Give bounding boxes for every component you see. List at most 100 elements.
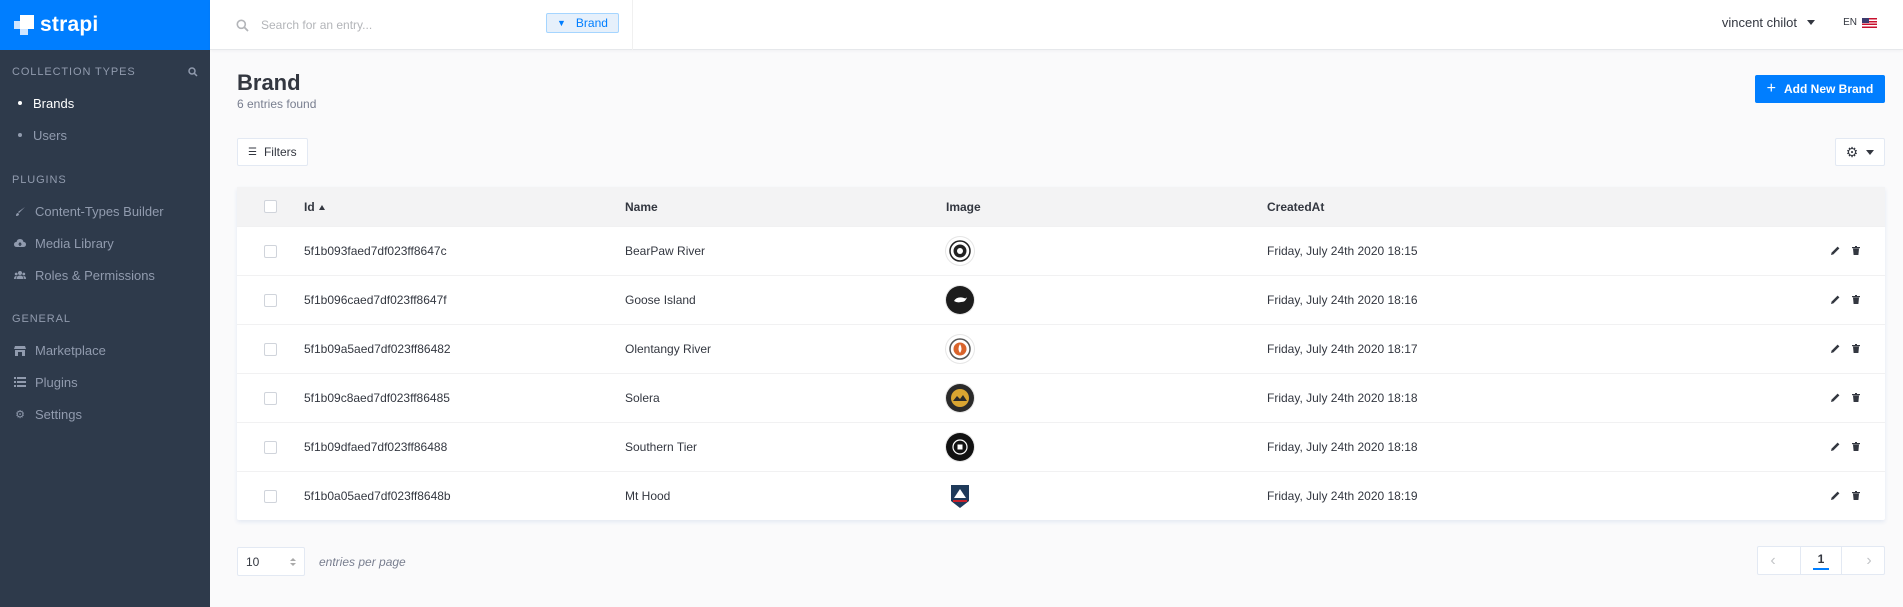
collection-types-section: Collection Types Brands Users bbox=[0, 63, 210, 151]
edit-pencil-icon[interactable] bbox=[1831, 391, 1840, 405]
chevron-down-icon bbox=[1807, 20, 1815, 25]
sidebar-item-label: Settings bbox=[35, 406, 82, 422]
row-name: Olentangy River bbox=[625, 342, 712, 356]
row-created-at: Friday, July 24th 2020 18:18 bbox=[1267, 391, 1418, 405]
entries-table: Id Name Image CreatedAt 5f1b093faed7df02… bbox=[237, 187, 1885, 520]
brand-logo-thumbnail bbox=[946, 384, 974, 412]
users-icon bbox=[14, 269, 26, 281]
gear-icon: ⚙ bbox=[15, 408, 25, 421]
table-row[interactable]: 5f1b096caed7df023ff8647f Goose Island Fr… bbox=[237, 275, 1885, 324]
column-header-image: Image bbox=[946, 199, 981, 214]
search-bar[interactable]: Search for an entry... ▼ Brand bbox=[210, 0, 633, 50]
sidebar-item-media-library[interactable]: Media Library bbox=[12, 227, 198, 259]
row-checkbox[interactable] bbox=[264, 342, 277, 356]
add-button-label: Add New Brand bbox=[1784, 82, 1874, 96]
pagination: ‹ 1 › bbox=[1757, 546, 1885, 575]
search-icon[interactable] bbox=[188, 67, 198, 77]
select-all-checkbox[interactable] bbox=[264, 200, 277, 213]
brand-logo-thumbnail bbox=[946, 482, 974, 510]
row-id: 5f1b09a5aed7df023ff86482 bbox=[304, 342, 451, 356]
section-title: Collection Types bbox=[12, 63, 198, 81]
sidebar-item-content-types-builder[interactable]: Content-Types Builder bbox=[12, 195, 198, 227]
column-header-createdat[interactable]: CreatedAt bbox=[1267, 200, 1787, 214]
sort-ascending-icon bbox=[318, 204, 325, 210]
brand-logo-thumbnail bbox=[946, 335, 974, 363]
sidebar-item-label: Marketplace bbox=[35, 342, 106, 358]
delete-trash-icon[interactable] bbox=[1852, 342, 1860, 356]
sidebar-item-marketplace[interactable]: Marketplace bbox=[12, 334, 198, 366]
page-number-current[interactable]: 1 bbox=[1812, 552, 1830, 570]
section-title: Plugins bbox=[12, 174, 67, 186]
store-icon bbox=[14, 344, 26, 356]
row-checkbox[interactable] bbox=[264, 489, 277, 503]
delete-trash-icon[interactable] bbox=[1852, 244, 1860, 258]
delete-trash-icon[interactable] bbox=[1852, 293, 1860, 307]
table-row[interactable]: 5f1b09a5aed7df023ff86482 Olentangy River… bbox=[237, 324, 1885, 373]
row-checkbox[interactable] bbox=[264, 440, 277, 454]
edit-pencil-icon[interactable] bbox=[1831, 342, 1840, 356]
row-created-at: Friday, July 24th 2020 18:19 bbox=[1267, 489, 1418, 503]
row-name: BearPaw River bbox=[625, 244, 706, 258]
logo[interactable]: strapi bbox=[0, 0, 210, 50]
filters-label: Filters bbox=[263, 145, 297, 159]
edit-pencil-icon[interactable] bbox=[1831, 293, 1840, 307]
language-switcher[interactable]: EN bbox=[1843, 17, 1877, 28]
list-settings-button[interactable]: ⚙ bbox=[1835, 138, 1885, 166]
sidebar-item-users[interactable]: Users bbox=[12, 119, 198, 151]
edit-pencil-icon[interactable] bbox=[1831, 244, 1840, 258]
table-row[interactable]: 5f1b093faed7df023ff8647c BearPaw River F… bbox=[237, 226, 1885, 275]
delete-trash-icon[interactable] bbox=[1852, 391, 1860, 405]
sidebar-item-label: Brands bbox=[33, 95, 75, 111]
add-new-brand-button[interactable]: + Add New Brand bbox=[1755, 75, 1885, 103]
search-input[interactable]: Search for an entry... bbox=[261, 18, 372, 32]
row-name: Southern Tier bbox=[625, 440, 698, 454]
column-header-id[interactable]: Id bbox=[304, 200, 625, 214]
language-code: EN bbox=[1843, 17, 1857, 28]
chevron-left-icon[interactable]: ‹ bbox=[1758, 547, 1788, 574]
row-created-at: Friday, July 24th 2020 18:18 bbox=[1267, 440, 1418, 454]
chevron-right-icon[interactable]: › bbox=[1854, 547, 1884, 574]
per-page-select[interactable]: 10 bbox=[237, 547, 305, 576]
sidebar-item-label: Roles & Permissions bbox=[35, 267, 155, 283]
cloud-upload-icon bbox=[14, 237, 26, 249]
strapi-logo-icon bbox=[14, 15, 34, 35]
delete-trash-icon[interactable] bbox=[1852, 440, 1860, 454]
brand-logo-thumbnail bbox=[946, 433, 974, 461]
general-section: General Marketplace Plugins ⚙ Settings bbox=[0, 310, 210, 430]
row-checkbox[interactable] bbox=[264, 391, 277, 405]
row-checkbox[interactable] bbox=[264, 244, 277, 258]
row-checkbox[interactable] bbox=[264, 293, 277, 307]
sidebar-item-label: Media Library bbox=[35, 235, 114, 251]
delete-trash-icon[interactable] bbox=[1852, 489, 1860, 503]
brand-logo-thumbnail bbox=[946, 286, 974, 314]
filters-button[interactable]: ☰ Filters bbox=[237, 138, 308, 166]
sidebar-item-roles-permissions[interactable]: Roles & Permissions bbox=[12, 259, 198, 291]
filter-icon: ▼ bbox=[557, 18, 566, 28]
row-name: Solera bbox=[625, 391, 660, 405]
edit-pencil-icon[interactable] bbox=[1831, 440, 1840, 454]
page-title: Brand bbox=[237, 70, 301, 95]
stepper-arrows-icon bbox=[290, 557, 296, 566]
section-title: General bbox=[12, 313, 71, 325]
sidebar-item-plugins[interactable]: Plugins bbox=[12, 366, 198, 398]
column-header-name[interactable]: Name bbox=[625, 200, 946, 214]
sidebar-item-settings[interactable]: ⚙ Settings bbox=[12, 398, 198, 430]
sidebar: strapi Collection Types Brands Users Plu… bbox=[0, 0, 210, 607]
table-row[interactable]: 5f1b0a05aed7df023ff8648b Mt Hood Friday,… bbox=[237, 471, 1885, 520]
app-name: strapi bbox=[40, 13, 99, 36]
row-id: 5f1b09c8aed7df023ff86485 bbox=[304, 391, 450, 405]
plus-icon: + bbox=[1766, 80, 1776, 97]
per-page-value: 10 bbox=[246, 554, 260, 569]
search-filter-tag[interactable]: ▼ Brand bbox=[546, 13, 619, 33]
table-row[interactable]: 5f1b09c8aed7df023ff86485 Solera Friday, … bbox=[237, 373, 1885, 422]
user-menu[interactable]: vincent chilot bbox=[1722, 15, 1815, 30]
row-created-at: Friday, July 24th 2020 18:15 bbox=[1267, 244, 1418, 258]
search-icon bbox=[236, 19, 249, 32]
edit-pencil-icon[interactable] bbox=[1831, 489, 1840, 503]
us-flag-icon bbox=[1862, 17, 1877, 28]
sidebar-item-brands[interactable]: Brands bbox=[12, 87, 198, 119]
table-row[interactable]: 5f1b09dfaed7df023ff86488 Southern Tier F… bbox=[237, 422, 1885, 471]
row-id: 5f1b096caed7df023ff8647f bbox=[304, 293, 447, 307]
brush-icon bbox=[14, 205, 26, 217]
top-header: Search for an entry... ▼ Brand vincent c… bbox=[210, 0, 1903, 50]
